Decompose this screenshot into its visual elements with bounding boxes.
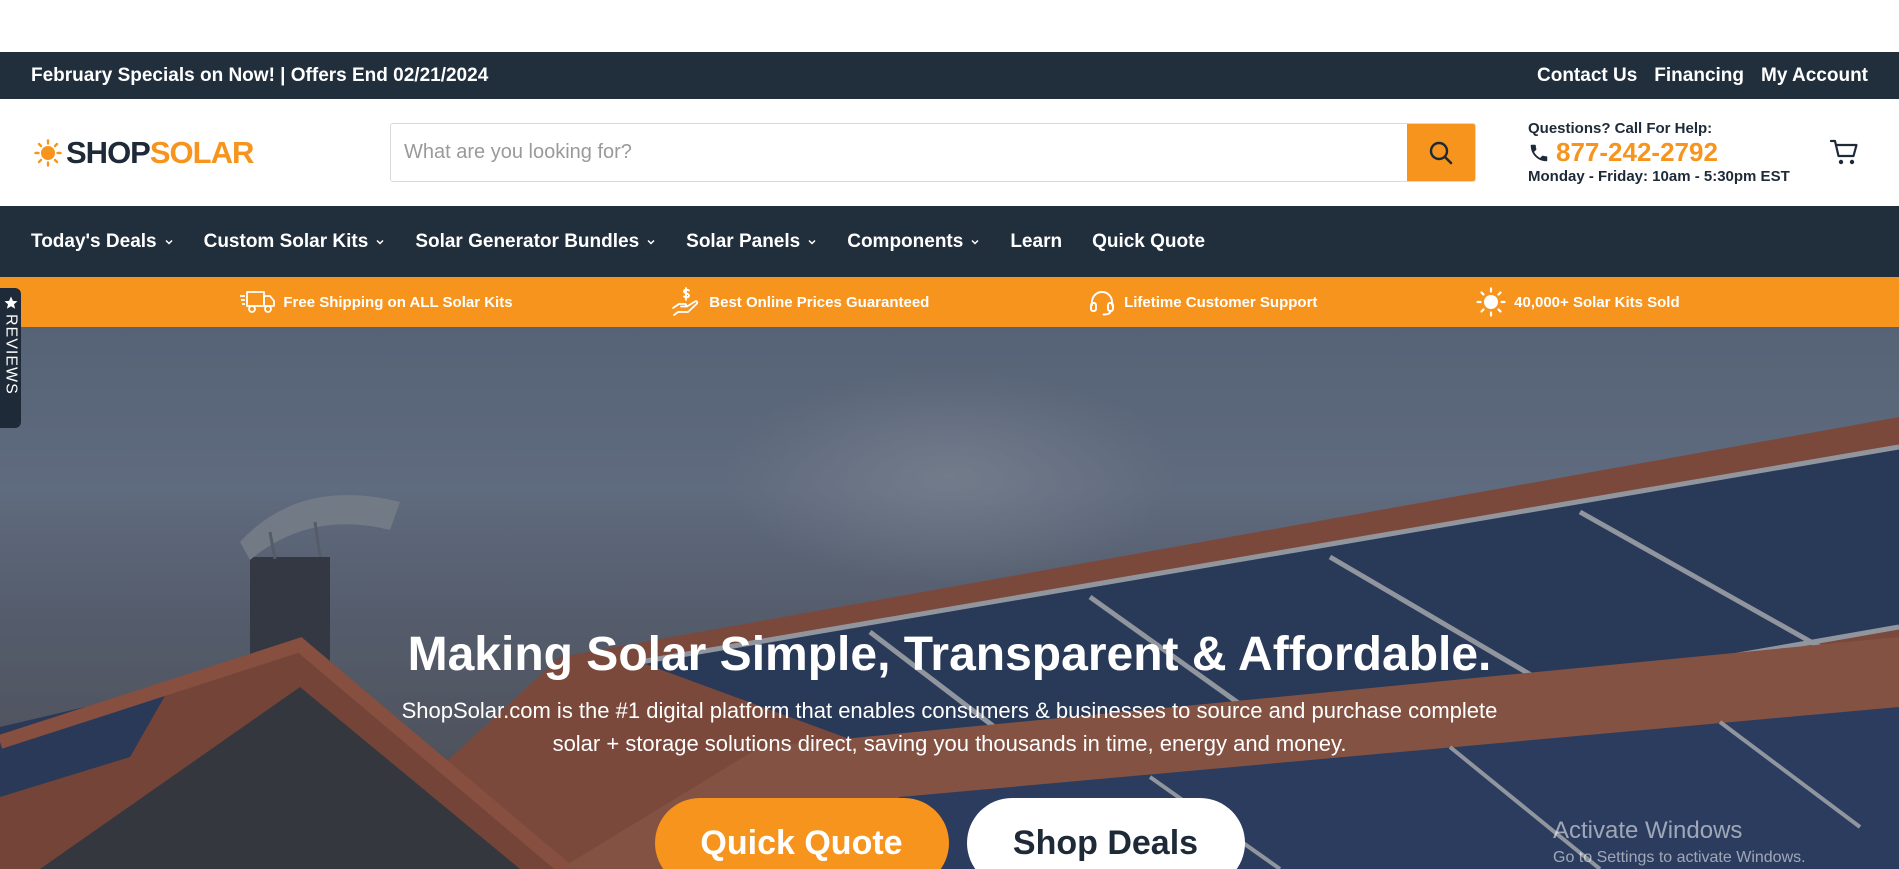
- sun-icon: [1476, 287, 1506, 317]
- announcement-bar: February Specials on Now! | Offers End 0…: [0, 52, 1899, 99]
- hero-description: ShopSolar.com is the #1 digital platform…: [401, 698, 1498, 756]
- promo-text: February Specials on Now! | Offers End 0…: [31, 64, 489, 86]
- chevron-down-icon: [971, 239, 979, 245]
- nav-label: Components: [847, 230, 964, 252]
- benefit-label: Best Online Prices Guaranteed: [709, 293, 930, 311]
- search-icon: [1429, 141, 1453, 164]
- reviews-tab[interactable]: REVIEWS: [0, 288, 21, 428]
- page: February Specials on Now! | Offers End 0…: [0, 0, 1899, 869]
- nav-solar-panels[interactable]: Solar Panels: [686, 231, 817, 253]
- help-question: Questions? Call For Help:: [1528, 120, 1713, 137]
- nav-label: Solar Panels: [686, 230, 801, 252]
- site-header: SHOPSOLAR Questions? Call For Help: 877-…: [0, 99, 1899, 206]
- chevron-down-icon: [647, 239, 655, 245]
- financing-link[interactable]: Financing: [1654, 65, 1744, 87]
- search-bar: [390, 123, 1476, 182]
- cart-icon: [1829, 139, 1858, 165]
- benefit-best-prices: Best Online Prices Guaranteed: [671, 286, 929, 318]
- cart-button[interactable]: [1829, 137, 1861, 174]
- utility-links: Contact Us Financing My Account: [1537, 65, 1868, 87]
- hand-dollar-icon: [672, 287, 699, 316]
- benefits-bar: Free Shipping on ALL Solar Kits Best Onl…: [0, 277, 1899, 327]
- watermark-line2: Go to Settings to activate Windows.: [1553, 849, 1806, 866]
- chevron-down-icon: [165, 239, 173, 245]
- hero-banner: Making Solar Simple, Transparent & Affor…: [0, 327, 1899, 869]
- watermark-line1: Activate Windows: [1553, 817, 1743, 844]
- phone-row[interactable]: 877-242-2792: [1528, 137, 1790, 168]
- hero-title: Making Solar Simple, Transparent & Affor…: [407, 628, 1492, 681]
- search-input[interactable]: [391, 124, 1407, 181]
- quick-quote-button[interactable]: Quick Quote: [654, 798, 949, 869]
- nav-label: Custom Solar Kits: [203, 230, 369, 252]
- benefit-label: Free Shipping on ALL Solar Kits: [283, 293, 513, 311]
- benefit-label: 40,000+ Solar Kits Sold: [1514, 293, 1680, 311]
- nav-label: Learn: [1010, 230, 1063, 252]
- chevron-down-icon: [376, 239, 384, 245]
- benefit-free-shipping: Free Shipping on ALL Solar Kits: [239, 289, 513, 315]
- headset-icon: [1090, 291, 1115, 316]
- search-button[interactable]: [1407, 124, 1475, 181]
- nav-learn[interactable]: Learn: [1010, 231, 1062, 253]
- nav-label: Today's Deals: [31, 230, 157, 252]
- chevron-down-icon: [808, 239, 816, 245]
- benefit-label: Lifetime Customer Support: [1124, 293, 1318, 311]
- phone-number[interactable]: 877-242-2792: [1556, 137, 1718, 168]
- logo-text-solar: SOLAR: [149, 134, 254, 170]
- help-contact: Questions? Call For Help: 877-242-2792 M…: [1528, 120, 1790, 185]
- windows-activation-watermark: Activate Windows Go to Settings to activ…: [1553, 817, 1806, 867]
- nav-label: Quick Quote: [1092, 230, 1206, 252]
- shopsolar-logo[interactable]: SHOPSOLAR: [34, 135, 390, 171]
- benefit-lifetime-support: Lifetime Customer Support: [1088, 288, 1317, 316]
- shop-deals-button[interactable]: Shop Deals: [966, 798, 1245, 869]
- nav-components[interactable]: Components: [847, 231, 980, 253]
- logo-text-shop: SHOP: [66, 134, 151, 170]
- logo-sun-icon: [34, 138, 62, 167]
- nav-label: Solar Generator Bundles: [415, 230, 640, 252]
- my-account-link[interactable]: My Account: [1761, 65, 1868, 87]
- truck-icon: [240, 291, 276, 313]
- contact-us-link[interactable]: Contact Us: [1537, 65, 1637, 87]
- business-hours: Monday - Friday: 10am - 5:30pm EST: [1528, 168, 1790, 185]
- nav-quick-quote[interactable]: Quick Quote: [1092, 231, 1205, 253]
- main-navigation: Today's Deals Custom Solar Kits Solar Ge…: [0, 206, 1899, 277]
- reviews-tab-label: REVIEWS: [2, 314, 20, 395]
- star-icon: [4, 296, 17, 309]
- nav-todays-deals[interactable]: Today's Deals: [31, 231, 174, 253]
- nav-custom-solar-kits[interactable]: Custom Solar Kits: [204, 231, 386, 253]
- nav-solar-generator-bundles[interactable]: Solar Generator Bundles: [415, 231, 656, 253]
- benefit-kits-sold: 40,000+ Solar Kits Sold: [1476, 287, 1680, 317]
- phone-icon: [1530, 144, 1548, 161]
- top-spacer: [0, 0, 1899, 52]
